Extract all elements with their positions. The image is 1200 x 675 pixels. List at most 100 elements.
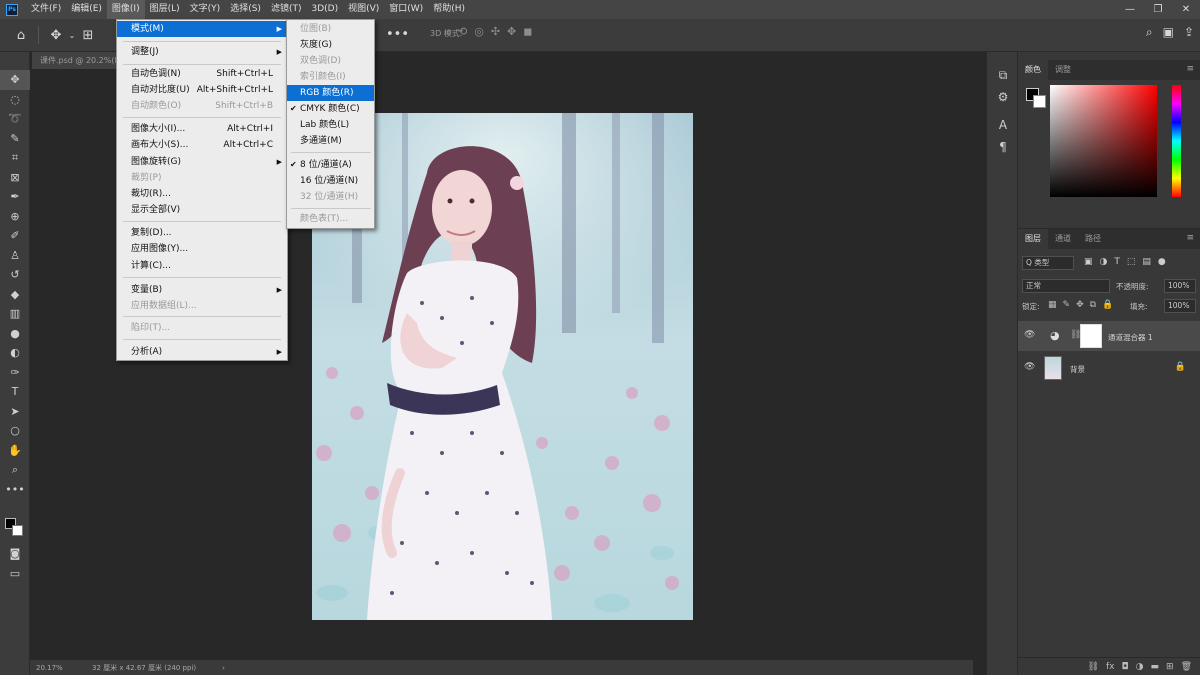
fx-icon[interactable]: fx [1106,662,1115,672]
mode-lab-color[interactable]: Lab 颜色(L) [287,117,374,133]
tab-layers[interactable]: 图层 [1018,229,1048,249]
menu-type[interactable]: 文字(Y) [185,0,226,19]
tab-color[interactable]: 颜色 [1018,60,1048,80]
menu-item-canvas-size[interactable]: 画布大小(S)... Alt+Ctrl+C [117,137,287,153]
quick-select-tool-icon[interactable]: ✎ [0,129,30,149]
layer-filter-select[interactable]: Q 类型 [1022,256,1074,270]
layer-name[interactable]: 背景 [1070,364,1085,375]
layer-background[interactable]: 👁 背景 🔒 [1018,353,1200,383]
mode-bitmap[interactable]: 位图(B) [287,21,374,37]
3d-orbit-icon[interactable]: ⟲ [458,25,467,38]
filter-type-icon[interactable]: T [1114,257,1120,267]
filter-smart-object-icon[interactable]: ▤ [1142,257,1151,267]
workspace-icon[interactable]: ▣ [1163,25,1174,40]
menu-item-apply-data-set[interactable]: 应用数据组(L)... [117,298,287,314]
menu-help[interactable]: 帮助(H) [428,0,470,19]
mode-duotone[interactable]: 双色调(D) [287,53,374,69]
minimize-button[interactable]: — [1116,0,1144,19]
lock-transparent-icon[interactable]: ▦ [1048,300,1057,310]
auto-select-icon[interactable]: ⊞ [77,28,99,43]
menu-filter[interactable]: 滤镜(T) [266,0,307,19]
3d-camera-icon[interactable]: ◼ [523,25,532,38]
lasso-tool-icon[interactable]: ➰ [0,109,30,129]
filter-toggle-icon[interactable]: ● [1158,257,1166,267]
status-arrow-icon[interactable]: › [222,664,225,672]
color-picker-field[interactable] [1050,85,1157,197]
hue-slider[interactable] [1172,85,1181,197]
mode-cmyk-color[interactable]: ✔ CMYK 颜色(C) [287,101,374,117]
path-selection-tool-icon[interactable]: ➤ [0,402,30,422]
filter-adjustment-icon[interactable]: ◑ [1100,257,1108,267]
menu-item-mode[interactable]: 模式(M) ▶ [117,21,287,37]
tab-paths[interactable]: 路径 [1078,229,1108,249]
menu-item-image-rotation[interactable]: 图像旋转(G) ▶ [117,154,287,170]
mode-indexed-color[interactable]: 索引颜色(I) [287,69,374,85]
fill-field[interactable]: 100% [1164,299,1196,313]
menu-file[interactable]: 文件(F) [26,0,66,19]
character-icon[interactable]: A [987,114,1019,136]
menu-item-variables[interactable]: 变量(B) ▶ [117,282,287,298]
eye-icon[interactable]: 👁 [1024,362,1035,372]
menu-item-analysis[interactable]: 分析(A) ▶ [117,344,287,360]
blend-mode-select[interactable]: 正常 [1022,279,1110,293]
restore-button[interactable]: ❐ [1144,0,1172,19]
more-options-icon[interactable]: ••• [386,27,409,42]
new-group-icon[interactable]: ▬ [1151,662,1160,672]
menu-item-adjustments[interactable]: 调整(J) ▶ [117,44,287,60]
move-tool-icon[interactable]: ✥ [0,70,30,90]
home-icon[interactable]: ⌂ [10,28,32,43]
menu-layer[interactable]: 图层(L) [145,0,185,19]
menu-item-auto-contrast[interactable]: 自动对比度(U) Alt+Shift+Ctrl+L [117,82,287,98]
history-icon[interactable]: ⧉ [987,64,1019,86]
filter-pixel-icon[interactable]: ▣ [1084,257,1093,267]
menu-select[interactable]: 选择(S) [225,0,266,19]
blur-tool-icon[interactable]: ● [0,324,30,344]
zoom-tool-icon[interactable]: ⌕ [0,460,30,480]
add-mask-icon[interactable]: ◘ [1122,662,1129,672]
menu-view[interactable]: 视图(V) [343,0,384,19]
history-brush-tool-icon[interactable]: ↺ [0,265,30,285]
3d-pan-icon[interactable]: ✣ [491,25,500,38]
close-button[interactable]: ✕ [1172,0,1200,19]
hand-tool-icon[interactable]: ✋ [0,441,30,461]
healing-brush-tool-icon[interactable]: ⊕ [0,207,30,227]
share-icon[interactable]: ⇪ [1184,25,1194,40]
eyedropper-tool-icon[interactable]: ✒ [0,187,30,207]
move-tool-icon[interactable]: ✥ [45,28,67,43]
quick-mask-icon[interactable]: ◙ [0,544,30,564]
mode-grayscale[interactable]: 灰度(G) [287,37,374,53]
menu-item-trap[interactable]: 陷印(T)... [117,320,287,336]
3d-roll-icon[interactable]: ◎ [474,25,484,38]
mode-16-bits[interactable]: 16 位/通道(N) [287,173,374,189]
shape-tool-icon[interactable]: ○ [0,421,30,441]
marquee-tool-icon[interactable]: ◌ [0,90,30,110]
chevron-down-icon[interactable]: ⌄ [67,31,77,40]
menu-item-apply-image[interactable]: 应用图像(Y)... [117,241,287,257]
menu-item-trim[interactable]: 裁切(R)... [117,186,287,202]
eraser-tool-icon[interactable]: ◆ [0,285,30,305]
tab-adjustments[interactable]: 调整 [1048,60,1078,80]
opacity-field[interactable]: 100% [1164,279,1196,293]
panel-menu-icon[interactable]: ≡ [1186,64,1194,74]
delete-layer-icon[interactable]: 🗑 [1181,662,1192,672]
menu-window[interactable]: 窗口(W) [384,0,428,19]
menu-item-auto-tone[interactable]: 自动色调(N) Shift+Ctrl+L [117,66,287,82]
mode-multichannel[interactable]: 多通道(M) [287,133,374,149]
clone-stamp-tool-icon[interactable]: ♙ [0,246,30,266]
mode-color-table[interactable]: 颜色表(T)... [287,211,374,227]
pen-tool-icon[interactable]: ✑ [0,363,30,383]
menu-3d[interactable]: 3D(D) [306,0,343,19]
menu-item-reveal-all[interactable]: 显示全部(V) [117,202,287,218]
menu-item-auto-color[interactable]: 自动颜色(O) Shift+Ctrl+B [117,98,287,114]
menu-item-image-size[interactable]: 图像大小(I)... Alt+Ctrl+I [117,121,287,137]
edit-toolbar-icon[interactable]: ••• [0,480,30,500]
lock-position-icon[interactable]: ✥ [1076,300,1084,310]
layer-channel-mixer[interactable]: 👁 ◕ ⛓ 通道混合器 1 [1018,321,1200,351]
new-layer-icon[interactable]: ⊞ [1166,662,1174,672]
gradient-tool-icon[interactable]: ▥ [0,304,30,324]
search-icon[interactable]: ⌕ [1146,25,1153,40]
menu-item-crop[interactable]: 裁剪(P) [117,170,287,186]
mode-8-bits[interactable]: ✔ 8 位/通道(A) [287,157,374,173]
layer-mask-thumbnail[interactable] [1080,324,1102,348]
eye-icon[interactable]: 👁 [1024,330,1035,340]
